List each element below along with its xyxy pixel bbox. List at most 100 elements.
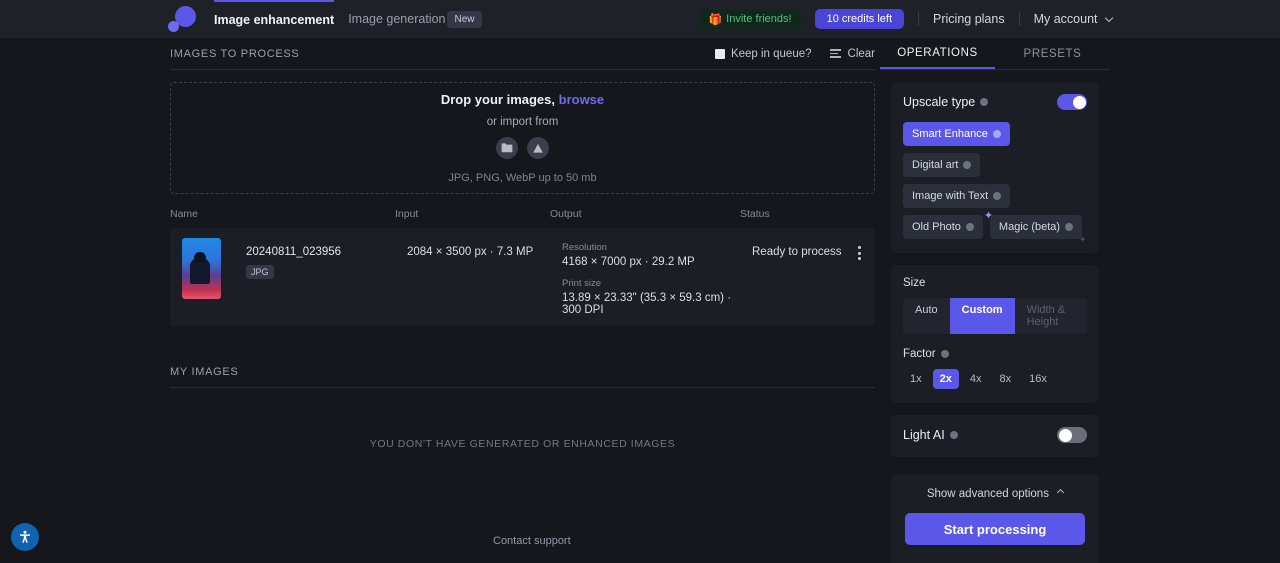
accessibility-icon[interactable] (11, 523, 39, 551)
size-mode-custom[interactable]: Custom (949, 298, 1015, 334)
sparkle-icon: ✦ (1079, 235, 1087, 244)
output-resolution-value: 4168 × 7000 px · 29.2 MP (562, 256, 695, 268)
upscale-type-card: Upscale type Smart Enhance Digital art I… (891, 82, 1099, 253)
my-images-header: MY IMAGES (170, 356, 875, 388)
start-processing-button[interactable]: Start processing (905, 513, 1085, 545)
browse-link[interactable]: browse (559, 92, 605, 107)
section-title-images-to-process: IMAGES TO PROCESS (170, 47, 300, 60)
info-icon[interactable] (949, 431, 958, 439)
factor-16x[interactable]: 16x (1022, 369, 1054, 389)
info-icon[interactable] (1065, 223, 1074, 231)
show-advanced-options-label: Show advanced options (926, 488, 1049, 500)
clear-button[interactable]: Clear (829, 47, 875, 60)
operations-panel: OPERATIONS PRESETS Upscale type Smart En… (880, 38, 1110, 563)
table-header-row: Name Input Output Status (170, 208, 875, 228)
invite-friends-button[interactable]: 🎁 Invite friends! (699, 8, 801, 30)
status-cell: Ready to process (752, 238, 863, 260)
file-name: 20240811_023956 (246, 246, 342, 258)
tab-presets[interactable]: PRESETS (995, 38, 1110, 69)
upscale-option-old-photo[interactable]: Old Photo (903, 215, 983, 239)
checkbox-checked-icon (714, 48, 725, 59)
upscale-option-label: Magic (beta) (998, 221, 1061, 233)
credits-badge[interactable]: 10 credits left (814, 9, 905, 29)
tab-image-enhancement-label: Image enhancement (214, 13, 335, 27)
chevron-up-icon (1057, 488, 1065, 497)
divider (918, 12, 920, 26)
upscale-option-magic-beta[interactable]: ✦ ✦ Magic (beta) (984, 211, 1086, 244)
upscale-option-label: Digital art (912, 159, 959, 171)
output-resolution-label: Resolution (562, 242, 607, 253)
new-badge: New (447, 10, 482, 28)
my-account-menu[interactable]: My account (1033, 12, 1114, 26)
tab-image-generation-label: Image generation (348, 12, 446, 26)
dropzone-file-note: JPG, PNG, WebP up to 50 mb (448, 172, 597, 184)
column-header-status: Status (740, 208, 770, 220)
dropzone[interactable]: Drop your images, browse or import from … (170, 82, 875, 194)
dropzone-prefix: Drop your images, (440, 92, 555, 107)
upscale-option-image-with-text[interactable]: Image with Text (903, 184, 1011, 208)
file-type-badge: JPG (246, 265, 274, 279)
info-icon[interactable] (980, 98, 989, 106)
size-mode-auto[interactable]: Auto (903, 298, 950, 334)
tab-image-generation[interactable]: Image generation New (348, 0, 482, 38)
output-print-size-label: Print size (562, 278, 602, 289)
size-mode-width-height[interactable]: Width & Height (1015, 298, 1087, 334)
panel-footer: Show advanced options Start processing (891, 474, 1099, 563)
upscale-option-label: Smart Enhance (912, 128, 988, 140)
table-row[interactable]: 20240811_023956 JPG 2084 × 3500 px · 7.3… (170, 228, 875, 326)
size-card: Size Auto Custom Width & Height Factor 1… (891, 265, 1099, 403)
upscale-type-toggle[interactable] (1057, 94, 1087, 110)
main-nav: Image enhancement Image generation New (214, 0, 482, 38)
chevron-down-icon (1104, 13, 1114, 23)
tab-operations[interactable]: OPERATIONS (880, 38, 995, 69)
upscale-option-digital-art[interactable]: Digital art (903, 153, 981, 177)
size-title: Size (903, 277, 926, 289)
dropzone-main-text: Drop your images, browse (441, 92, 604, 107)
info-icon[interactable] (940, 350, 949, 358)
folder-icon[interactable] (496, 137, 518, 159)
contact-support-link[interactable]: Contact support (493, 535, 571, 547)
section-title-my-images: MY IMAGES (170, 365, 239, 378)
light-ai-title: Light AI (903, 428, 958, 442)
dropzone-import-label: or import from (486, 116, 559, 128)
logo-circles-icon[interactable] (168, 5, 196, 33)
factor-4x[interactable]: 4x (963, 369, 989, 389)
images-to-process-tools: Keep in queue? Clear (714, 47, 875, 60)
light-ai-toggle[interactable] (1057, 427, 1087, 443)
google-drive-icon[interactable] (527, 137, 549, 159)
column-header-name: Name (170, 208, 199, 220)
input-resolution: 2084 × 3500 px · 7.3 MP (407, 246, 534, 258)
info-icon[interactable] (993, 192, 1002, 200)
factor-label: Factor (903, 348, 936, 360)
image-thumbnail[interactable] (182, 238, 221, 299)
pricing-plans-link[interactable]: Pricing plans (933, 12, 1005, 26)
images-table: Name Input Output Status 20240811_023956… (170, 208, 875, 326)
my-images-section: MY IMAGES YOU DON'T HAVE GENERATED OR EN… (170, 356, 875, 450)
upscale-type-label: Upscale type (903, 95, 976, 109)
show-advanced-options-button[interactable]: Show advanced options (905, 488, 1085, 500)
sparkle-icon: ✦ (983, 210, 994, 222)
factor-options: 1x 2x 4x 8x 16x (903, 369, 1087, 389)
my-account-label: My account (1033, 12, 1098, 26)
column-header-input: Input (395, 208, 419, 220)
invite-friends-label: Invite friends! (726, 13, 792, 25)
upscale-type-options: Smart Enhance Digital art Image with Tex… (903, 122, 1087, 244)
factor-1x[interactable]: 1x (903, 369, 929, 389)
gift-icon: 🎁 (708, 13, 723, 26)
factor-2x[interactable]: 2x (932, 369, 959, 389)
keep-in-queue-checkbox[interactable]: Keep in queue? (714, 48, 812, 60)
kebab-menu-icon[interactable] (858, 246, 863, 260)
filter-lines-icon (829, 49, 841, 58)
tab-image-enhancement[interactable]: Image enhancement (214, 0, 335, 38)
header-actions: 🎁 Invite friends! 10 credits left Pricin… (699, 0, 1114, 38)
my-images-empty-state: YOU DON'T HAVE GENERATED OR ENHANCED IMA… (369, 438, 676, 450)
upscale-option-smart-enhance[interactable]: Smart Enhance (903, 122, 1010, 146)
output-cell: Resolution 4168 × 7000 px · 29.2 MP Prin… (562, 238, 752, 316)
info-icon[interactable] (963, 161, 972, 169)
clear-label: Clear (847, 47, 875, 60)
info-icon[interactable] (992, 130, 1001, 138)
info-icon[interactable] (965, 223, 974, 231)
app-header: Image enhancement Image generation New 🎁… (0, 0, 1280, 38)
status-text: Ready to process (752, 246, 842, 258)
factor-8x[interactable]: 8x (993, 369, 1019, 389)
